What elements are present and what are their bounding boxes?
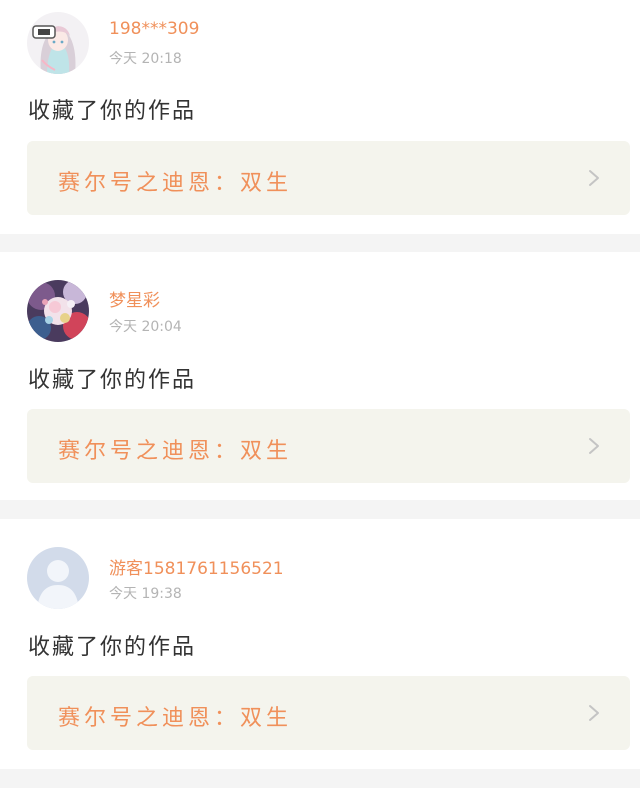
user-name[interactable]: 游客1581761156521: [109, 554, 284, 579]
action-text: 收藏了你的作品: [28, 99, 197, 124]
user-avatar[interactable]: [27, 547, 89, 609]
timestamp: 今天 20:18: [109, 51, 182, 67]
work-title: 赛尔号之迪恩：双生: [58, 171, 293, 196]
work-link[interactable]: 赛尔号之迪恩：双生: [27, 409, 630, 483]
default-user-avatar-icon: [27, 547, 89, 609]
chevron-right-icon: [589, 705, 599, 721]
user-name[interactable]: 梦星彩: [109, 286, 160, 311]
user-avatar[interactable]: [27, 12, 89, 74]
work-link[interactable]: 赛尔号之迪恩：双生: [27, 141, 630, 215]
notification-card: 198***309 今天 20:18 收藏了你的作品 赛尔号之迪恩：双生: [0, 0, 640, 234]
user-name[interactable]: 198***309: [109, 19, 199, 39]
work-title: 赛尔号之迪恩：双生: [58, 439, 293, 464]
colorful-art-avatar-icon: [27, 280, 89, 342]
notification-card: 游客1581761156521 今天 19:38 收藏了你的作品 赛尔号之迪恩：…: [0, 519, 640, 769]
anime-girl-avatar-icon: [27, 12, 89, 74]
action-text: 收藏了你的作品: [28, 368, 197, 393]
work-title: 赛尔号之迪恩：双生: [58, 706, 293, 731]
chevron-right-icon: [589, 438, 599, 454]
work-link[interactable]: 赛尔号之迪恩：双生: [27, 676, 630, 750]
notification-feed: 198***309 今天 20:18 收藏了你的作品 赛尔号之迪恩：双生 梦星彩…: [0, 0, 640, 788]
notification-card: 梦星彩 今天 20:04 收藏了你的作品 赛尔号之迪恩：双生: [0, 252, 640, 500]
timestamp: 今天 20:04: [109, 319, 182, 335]
timestamp: 今天 19:38: [109, 586, 182, 602]
user-avatar[interactable]: [27, 280, 89, 342]
chevron-right-icon: [589, 170, 599, 186]
action-text: 收藏了你的作品: [28, 635, 197, 660]
